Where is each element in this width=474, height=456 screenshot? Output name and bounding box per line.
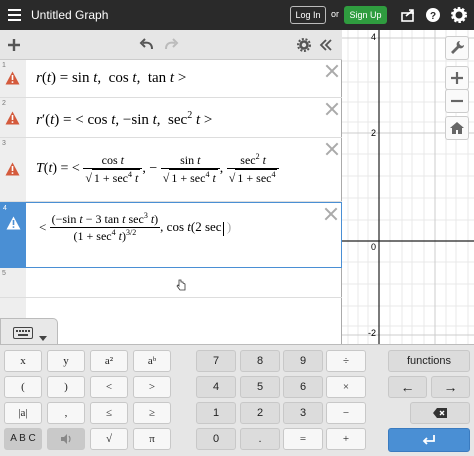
y-tick-label: 2 <box>371 128 377 138</box>
home-icon[interactable] <box>445 116 469 140</box>
undo-icon[interactable] <box>139 37 155 53</box>
warning-icon[interactable] <box>6 216 21 230</box>
expression-row-4[interactable]: 4 < (−sin t − 3 tan t sec3 t) (1 + sec4 t… <box>0 202 342 268</box>
expression-number: 2 <box>2 100 6 107</box>
expression-row-2[interactable]: 2 r′(t) = < cos t, −sin t, sec2 t > <box>0 98 342 138</box>
chevron-down-icon[interactable] <box>39 329 47 341</box>
key-x[interactable]: x <box>4 350 42 372</box>
key-7[interactable]: 7 <box>196 350 236 372</box>
keyboard-icon[interactable] <box>13 326 33 339</box>
expression-math[interactable]: T(t) = < cos t √ 1 + sec4 t, − sin t √ 1 + s… <box>36 152 280 186</box>
math-keyboard: x y a² aᵇ ( ) < > |a| , ≤ ≥ A B C √ π 7 … <box>0 344 474 456</box>
key-less-equal[interactable]: ≤ <box>90 402 128 424</box>
expression-row-3[interactable]: 3 T(t) = < cos t √ 1 + sec4 t, − sin t √ 1 +… <box>0 138 342 202</box>
key-abc[interactable]: A B C <box>4 428 42 450</box>
zoom-in-icon[interactable] <box>445 66 469 90</box>
key-multiply[interactable]: × <box>326 376 366 398</box>
key-divide[interactable]: ÷ <box>326 350 366 372</box>
key-absolute-value[interactable]: |a| <box>4 402 42 424</box>
help-icon[interactable]: ? <box>423 5 443 25</box>
expression-math[interactable]: r′(t) = < cos t, −sin t, sec2 t > <box>36 110 212 129</box>
key-5[interactable]: 5 <box>240 376 280 398</box>
backspace-icon <box>433 408 447 418</box>
delete-expression-icon[interactable] <box>325 102 338 115</box>
share-icon[interactable] <box>398 5 418 25</box>
expression-math[interactable]: r(t) = sin t, cos t, tan t > <box>36 70 186 87</box>
key-greater-than[interactable]: > <box>133 376 171 398</box>
key-plus[interactable]: + <box>326 428 366 450</box>
warning-icon[interactable] <box>5 71 20 85</box>
expression-number: 3 <box>2 140 6 147</box>
key-a-squared[interactable]: a² <box>90 350 128 372</box>
enter-key[interactable] <box>388 428 470 452</box>
key-0[interactable]: 0 <box>196 428 236 450</box>
key-3[interactable]: 3 <box>283 402 323 424</box>
svg-text:?: ? <box>430 11 436 22</box>
left-arrow-key[interactable]: ← <box>388 376 427 398</box>
key-decimal[interactable]: . <box>240 428 280 450</box>
delete-expression-icon[interactable] <box>325 64 338 77</box>
warning-icon[interactable] <box>5 111 20 125</box>
signup-button[interactable]: Sign Up <box>344 6 387 24</box>
wrench-icon[interactable] <box>445 36 469 60</box>
key-minus[interactable]: − <box>326 402 366 424</box>
key-y[interactable]: y <box>47 350 85 372</box>
top-bar: Untitled Graph Log In or Sign Up ? <box>0 0 474 30</box>
active-row-indicator <box>1 203 26 267</box>
key-2[interactable]: 2 <box>240 402 280 424</box>
expression-number: 4 <box>3 205 7 212</box>
expression-row-1[interactable]: 1 r(t) = sin t, cos t, tan t > <box>0 60 342 98</box>
expression-math[interactable]: < (−sin t − 3 tan t sec3 t) (1 + sec4 t)3… <box>39 211 231 244</box>
key-audio[interactable] <box>47 428 85 450</box>
key-open-paren[interactable]: ( <box>4 376 42 398</box>
key-less-than[interactable]: < <box>90 376 128 398</box>
graph-canvas[interactable]: 4 2 0 -2 <box>342 30 474 344</box>
key-equals[interactable]: = <box>283 428 323 450</box>
key-comma[interactable]: , <box>47 402 85 424</box>
key-9[interactable]: 9 <box>283 350 323 372</box>
enter-icon <box>422 435 435 445</box>
settings-icon[interactable] <box>449 5 469 25</box>
y-tick-label: 0 <box>371 242 377 252</box>
backspace-key[interactable] <box>410 402 470 424</box>
y-tick-label: 4 <box>371 32 377 42</box>
speaker-icon <box>61 434 71 444</box>
expression-number: 5 <box>2 270 6 277</box>
delete-expression-icon[interactable] <box>324 207 337 220</box>
key-greater-equal[interactable]: ≥ <box>133 402 171 424</box>
redo-icon[interactable] <box>163 37 179 53</box>
key-6[interactable]: 6 <box>283 376 323 398</box>
key-8[interactable]: 8 <box>240 350 280 372</box>
collapse-panel-icon[interactable] <box>318 37 334 53</box>
expression-number: 1 <box>2 62 6 69</box>
keyboard-toggle-tab[interactable] <box>0 318 58 344</box>
key-a-power-b[interactable]: aᵇ <box>133 350 171 372</box>
menu-icon[interactable] <box>5 4 25 26</box>
y-tick-label: -2 <box>368 328 377 338</box>
expression-panel: 1 r(t) = sin t, cos t, tan t > 2 r′(t) =… <box>0 30 342 344</box>
hand-cursor-icon <box>175 278 187 291</box>
add-expression-icon[interactable] <box>6 37 22 53</box>
right-arrow-key[interactable]: → <box>431 376 470 398</box>
or-label: or <box>331 9 340 19</box>
key-4[interactable]: 4 <box>196 376 236 398</box>
key-1[interactable]: 1 <box>196 402 236 424</box>
key-close-paren[interactable]: ) <box>47 376 85 398</box>
delete-expression-icon[interactable] <box>325 142 338 155</box>
warning-icon[interactable] <box>5 162 20 176</box>
expression-toolbar <box>0 30 342 60</box>
key-sqrt[interactable]: √ <box>90 428 128 450</box>
zoom-out-icon[interactable] <box>445 89 469 113</box>
expression-row-5[interactable]: 5 <box>0 268 342 298</box>
gear-icon[interactable] <box>296 37 312 53</box>
graph-title[interactable]: Untitled Graph <box>31 8 108 22</box>
functions-button[interactable]: functions <box>388 350 470 372</box>
login-button[interactable]: Log In <box>290 6 326 24</box>
key-pi[interactable]: π <box>133 428 171 450</box>
